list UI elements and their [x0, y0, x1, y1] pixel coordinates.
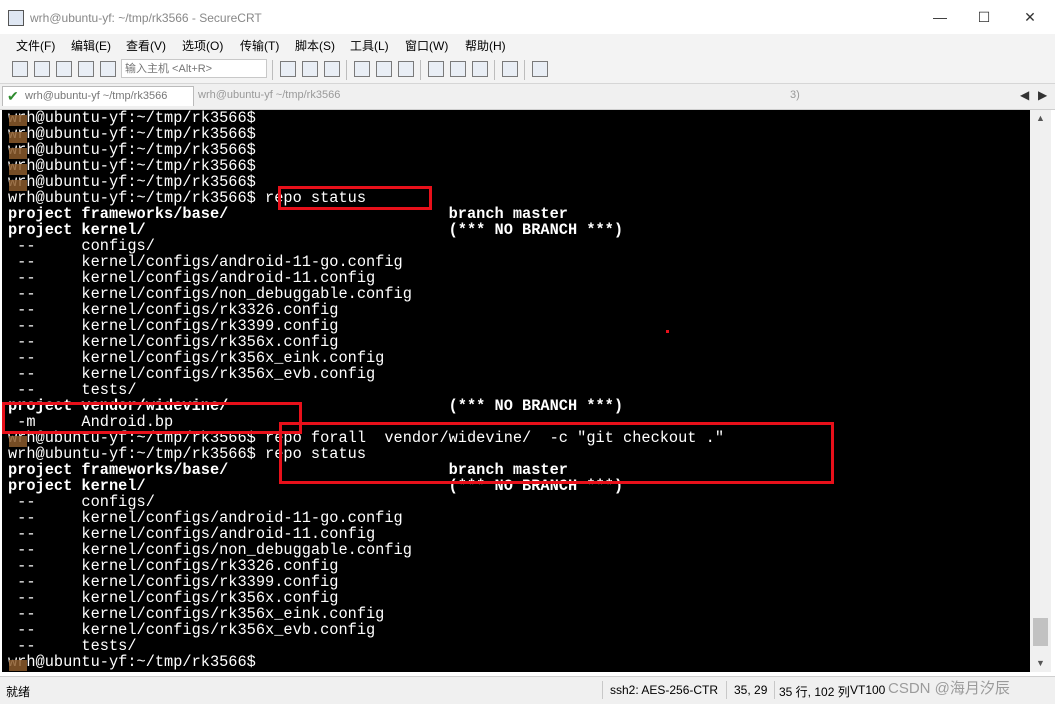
terminal-line: project kernel/ (*** NO BRANCH ***)	[8, 221, 624, 239]
redaction-mark	[9, 148, 27, 159]
window-title: wrh@ubuntu-yf: ~/tmp/rk3566 - SecureCRT	[30, 11, 262, 25]
session-tab-active[interactable]: ✔ wrh@ubuntu-yf ~/tmp/rk3566	[2, 86, 194, 106]
session-tab-2[interactable]: wrh@ubuntu-yf ~/tmp/rk3566	[198, 89, 340, 101]
highlight-repo-status	[278, 186, 432, 210]
highlight-git-checkout	[279, 422, 834, 484]
redaction-mark	[9, 436, 27, 447]
terminal-line: -- kernel/configs/rk356x.config	[8, 333, 339, 351]
redaction-mark	[9, 660, 27, 671]
connected-check-icon: ✔	[7, 88, 19, 104]
terminal-line: -- configs/	[8, 237, 155, 255]
menu-options[interactable]: 选项(O)	[182, 37, 223, 54]
csdn-watermark: CSDN @海月汐辰	[888, 680, 1010, 697]
redaction-mark	[9, 115, 27, 126]
redaction-mark	[9, 180, 27, 191]
paste-icon[interactable]	[302, 61, 318, 77]
tab-scroll-right-icon[interactable]: ▶	[1038, 88, 1047, 102]
quick-connect-icon[interactable]	[34, 61, 50, 77]
terminal-line: -- kernel/configs/rk356x_evb.config	[8, 621, 376, 639]
status-divider	[774, 681, 775, 699]
status-ready: 就绪	[6, 685, 31, 699]
connect-icon[interactable]	[12, 61, 28, 77]
scroll-down-icon[interactable]: ▼	[1030, 655, 1051, 672]
status-cipher: ssh2: AES-256-CTR	[610, 683, 719, 697]
menu-tools[interactable]: 工具(L)	[350, 37, 389, 54]
disconnect-icon[interactable]	[100, 61, 116, 77]
stray-red-dot	[666, 330, 669, 333]
terminal-line: -- kernel/configs/rk356x_evb.config	[8, 365, 376, 383]
title-bar: wrh@ubuntu-yf: ~/tmp/rk3566 - SecureCRT …	[0, 0, 1055, 34]
menu-window[interactable]: 窗口(W)	[405, 37, 448, 54]
session-tab-3[interactable]: 3)	[790, 89, 800, 101]
copy-icon[interactable]	[280, 61, 296, 77]
terminal-line: wrh@ubuntu-yf:~/tmp/rk3566$	[8, 141, 256, 159]
key-icon[interactable]	[472, 61, 488, 77]
terminal-line: wrh@ubuntu-yf:~/tmp/rk3566$	[8, 125, 256, 143]
terminal-line: -- kernel/configs/non_debuggable.config	[8, 541, 412, 559]
scrollbar-thumb[interactable]	[1033, 618, 1048, 646]
connect-in-tab-icon[interactable]	[56, 61, 72, 77]
terminal-scrollbar[interactable]: ▲ ▼	[1030, 110, 1051, 672]
status-divider	[602, 681, 603, 699]
toolbar	[0, 56, 1055, 84]
terminal-line: -- kernel/configs/non_debuggable.config	[8, 285, 412, 303]
toolbar-divider	[346, 60, 347, 80]
terminal-line: wrh@ubuntu-yf:~/tmp/rk3566$	[8, 110, 256, 127]
toolbar-divider	[494, 60, 495, 80]
redaction-mark	[9, 164, 27, 175]
terminal-line: -- kernel/configs/rk356x.config	[8, 589, 339, 607]
terminal-line: -- kernel/configs/rk3399.config	[8, 573, 339, 591]
toolbar-divider	[524, 60, 525, 80]
menu-transfer[interactable]: 传输(T)	[240, 37, 279, 54]
terminal-line: -- kernel/configs/rk3399.config	[8, 317, 339, 335]
terminal-line: -- kernel/configs/rk3326.config	[8, 557, 339, 575]
session-tab-label: wrh@ubuntu-yf ~/tmp/rk3566	[25, 90, 168, 102]
status-terminal-type: VT100	[850, 683, 886, 697]
terminal-line: -- kernel/configs/rk356x_eink.config	[8, 349, 385, 367]
terminal-line: -- configs/	[8, 493, 155, 511]
sftp-icon[interactable]	[532, 61, 548, 77]
terminal-line: -- kernel/configs/android-11.config	[8, 525, 376, 543]
terminal-line: -- kernel/configs/rk356x_eink.config	[8, 605, 385, 623]
print-setup-icon[interactable]	[354, 61, 370, 77]
menu-bar: 文件(F) 编辑(E) 查看(V) 选项(O) 传输(T) 脚本(S) 工具(L…	[0, 34, 1055, 56]
global-options-icon[interactable]	[450, 61, 466, 77]
terminal-line: wrh@ubuntu-yf:~/tmp/rk3566$	[8, 653, 256, 671]
terminal-line: -- kernel/configs/android-11-go.config	[8, 509, 403, 527]
menu-file[interactable]: 文件(F)	[16, 37, 55, 54]
terminal-line: -- kernel/configs/android-11-go.config	[8, 253, 403, 271]
help-icon[interactable]	[502, 61, 518, 77]
close-button[interactable]: ✕	[1008, 6, 1052, 28]
session-options-icon[interactable]	[428, 61, 444, 77]
terminal-line: -- kernel/configs/android-11.config	[8, 269, 376, 287]
toolbar-divider	[272, 60, 273, 80]
tab-scroll-left-icon[interactable]: ◀	[1020, 88, 1029, 102]
toolbar-divider	[420, 60, 421, 80]
terminal-line: -- tests/	[8, 637, 137, 655]
status-divider	[726, 681, 727, 699]
app-icon	[8, 10, 24, 26]
scroll-up-icon[interactable]: ▲	[1030, 110, 1051, 127]
session-tab-bar: ✔ wrh@ubuntu-yf ~/tmp/rk3566 wrh@ubuntu-…	[0, 84, 1055, 110]
status-cursor-position: 35, 29	[734, 683, 768, 697]
find-icon[interactable]	[324, 61, 340, 77]
maximize-button[interactable]: ☐	[962, 6, 1006, 28]
print-screen-icon[interactable]	[376, 61, 392, 77]
terminal-output[interactable]: wrh@ubuntu-yf:~/tmp/rk3566$ wrh@ubuntu-yf…	[2, 110, 1030, 672]
menu-help[interactable]: 帮助(H)	[465, 37, 506, 54]
terminal-line: -- tests/	[8, 381, 137, 399]
redaction-mark	[9, 132, 27, 143]
host-input[interactable]	[121, 59, 267, 78]
minimize-button[interactable]: —	[918, 6, 962, 28]
menu-view[interactable]: 查看(V)	[126, 37, 166, 54]
menu-edit[interactable]: 编辑(E)	[71, 37, 111, 54]
menu-script[interactable]: 脚本(S)	[295, 37, 335, 54]
print-icon[interactable]	[398, 61, 414, 77]
reconnect-icon[interactable]	[78, 61, 94, 77]
highlight-widevine-modified	[2, 402, 302, 434]
status-terminal-size: 35 行, 102 列	[779, 685, 850, 699]
terminal-line: -- kernel/configs/rk3326.config	[8, 301, 339, 319]
terminal-line: wrh@ubuntu-yf:~/tmp/rk3566$	[8, 157, 256, 175]
